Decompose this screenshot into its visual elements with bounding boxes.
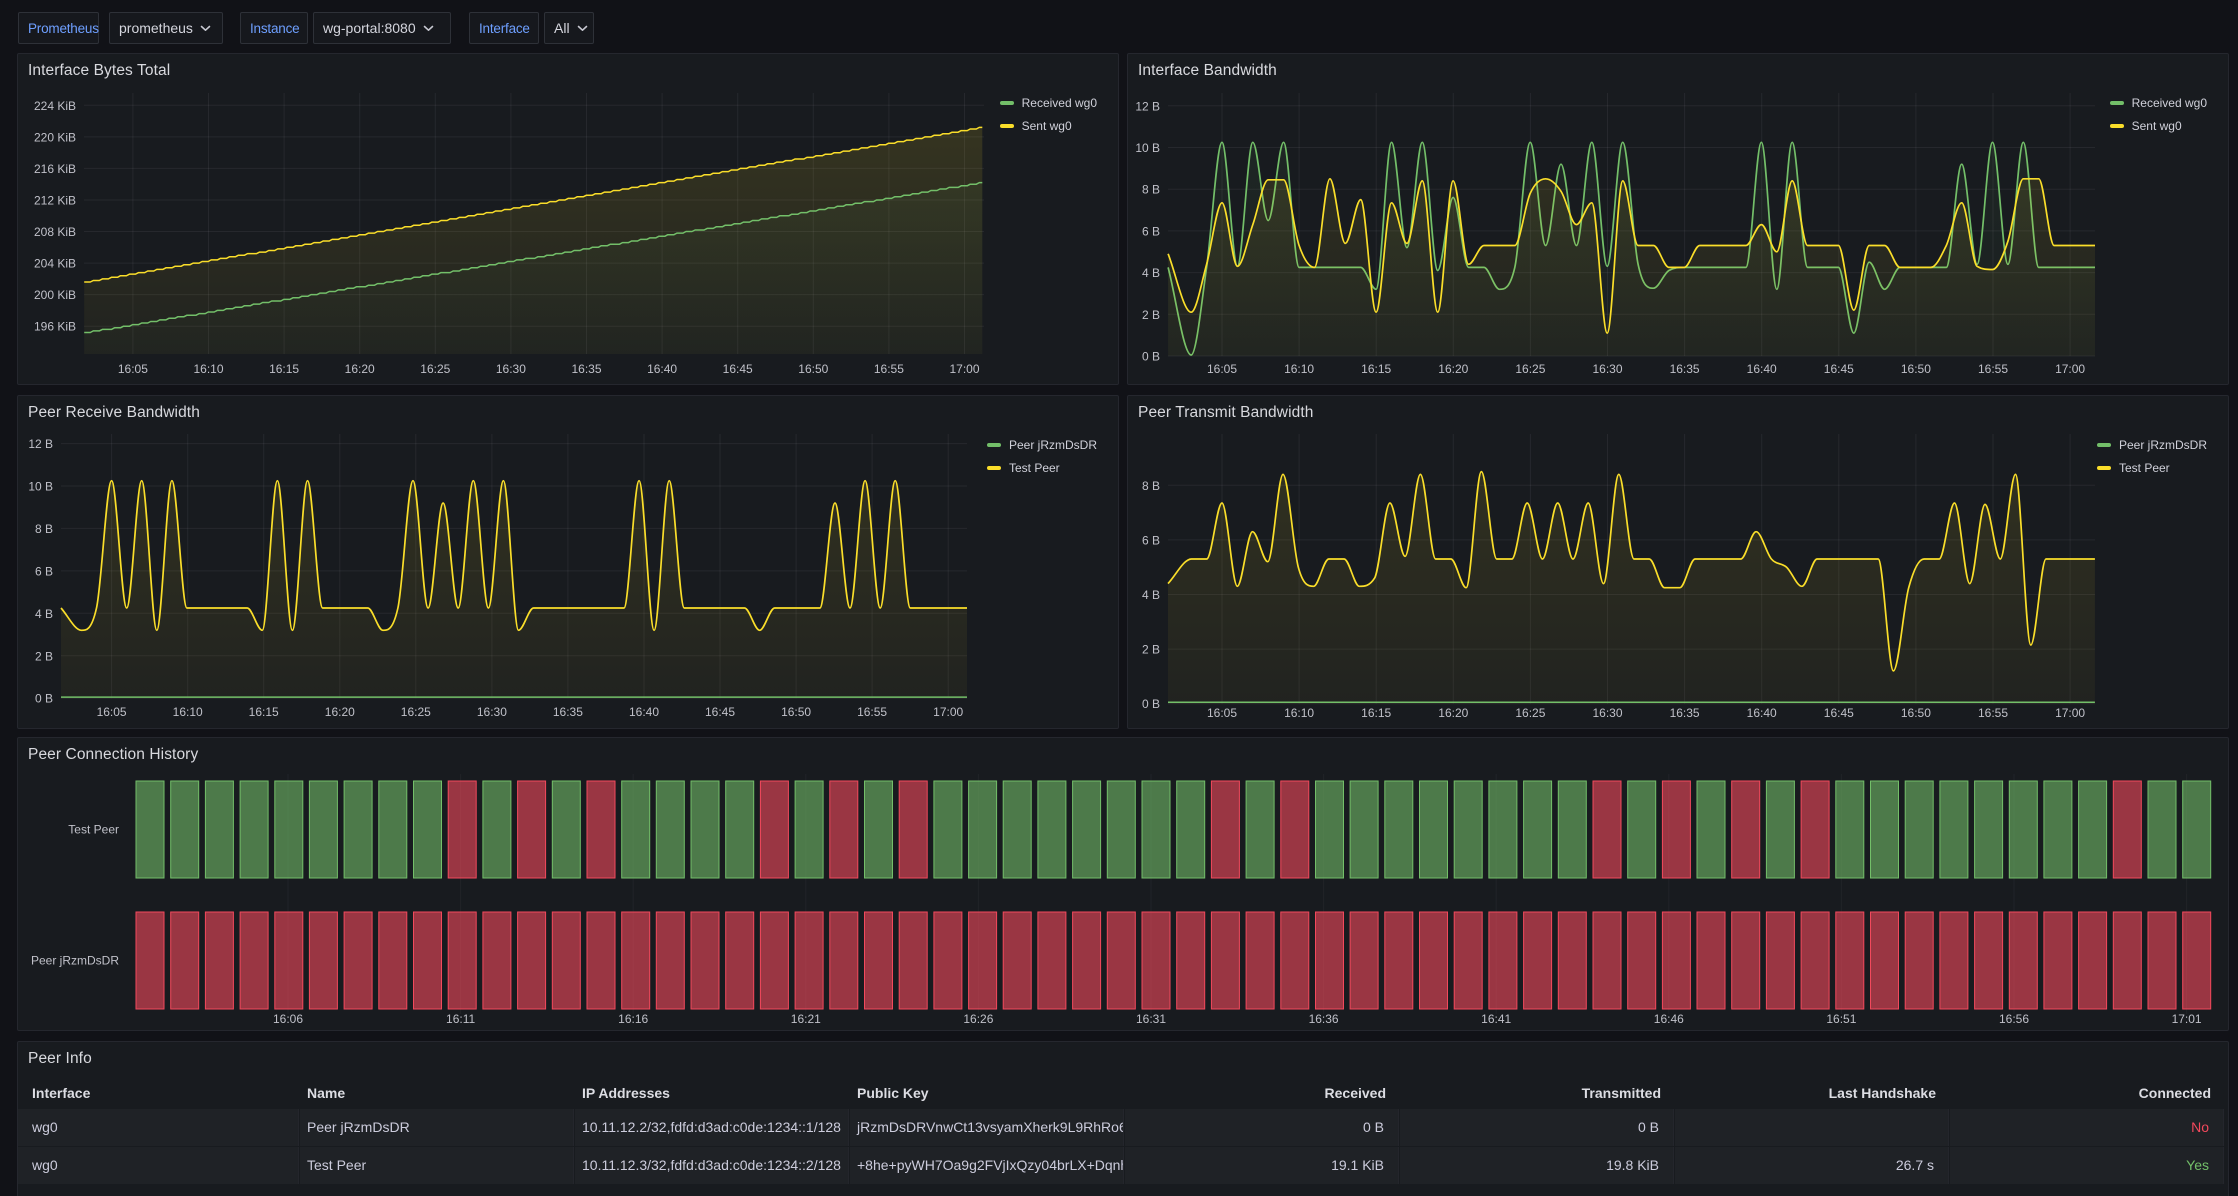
svg-text:16:50: 16:50 bbox=[1901, 362, 1931, 376]
svg-text:8 B: 8 B bbox=[35, 522, 53, 536]
svg-text:16:06: 16:06 bbox=[273, 1012, 303, 1026]
svg-text:224 KiB: 224 KiB bbox=[34, 99, 76, 113]
svg-text:16:36: 16:36 bbox=[1309, 1012, 1339, 1026]
svg-text:16:05: 16:05 bbox=[1207, 706, 1237, 720]
svg-text:6 B: 6 B bbox=[35, 564, 53, 578]
svg-text:6 B: 6 B bbox=[1142, 533, 1160, 547]
svg-text:16:30: 16:30 bbox=[1592, 362, 1622, 376]
svg-text:200 KiB: 200 KiB bbox=[34, 288, 76, 302]
svg-text:12 B: 12 B bbox=[28, 437, 53, 451]
svg-text:16:15: 16:15 bbox=[269, 362, 299, 376]
svg-text:196 KiB: 196 KiB bbox=[34, 320, 76, 334]
svg-text:16:51: 16:51 bbox=[1826, 1012, 1856, 1026]
svg-text:16:10: 16:10 bbox=[173, 705, 203, 719]
svg-text:8 B: 8 B bbox=[1142, 479, 1160, 493]
svg-text:12 B: 12 B bbox=[1135, 99, 1160, 113]
svg-text:16:15: 16:15 bbox=[1361, 362, 1391, 376]
svg-text:16:10: 16:10 bbox=[1284, 362, 1314, 376]
svg-text:16:10: 16:10 bbox=[193, 362, 223, 376]
svg-text:16:35: 16:35 bbox=[1670, 362, 1700, 376]
svg-text:Peer jRzmDsDR: Peer jRzmDsDR bbox=[31, 954, 119, 968]
svg-text:16:25: 16:25 bbox=[1515, 706, 1545, 720]
svg-text:204 KiB: 204 KiB bbox=[34, 257, 76, 271]
svg-text:17:00: 17:00 bbox=[933, 705, 963, 719]
svg-text:208 KiB: 208 KiB bbox=[34, 225, 76, 239]
svg-text:16:46: 16:46 bbox=[1654, 1012, 1684, 1026]
svg-text:0 B: 0 B bbox=[35, 692, 53, 706]
svg-text:16:05: 16:05 bbox=[97, 705, 127, 719]
svg-text:16:50: 16:50 bbox=[1901, 706, 1931, 720]
svg-text:16:30: 16:30 bbox=[1592, 706, 1622, 720]
svg-text:16:16: 16:16 bbox=[618, 1012, 648, 1026]
svg-text:16:55: 16:55 bbox=[1978, 362, 2008, 376]
svg-text:17:00: 17:00 bbox=[2055, 706, 2085, 720]
svg-text:16:15: 16:15 bbox=[249, 705, 279, 719]
svg-text:16:45: 16:45 bbox=[1824, 362, 1854, 376]
svg-text:16:45: 16:45 bbox=[1824, 706, 1854, 720]
svg-text:16:20: 16:20 bbox=[325, 705, 355, 719]
svg-text:16:11: 16:11 bbox=[446, 1012, 475, 1026]
svg-text:4 B: 4 B bbox=[1142, 588, 1160, 602]
svg-text:10 B: 10 B bbox=[28, 480, 53, 494]
svg-text:16:30: 16:30 bbox=[477, 705, 507, 719]
svg-text:16:10: 16:10 bbox=[1284, 706, 1314, 720]
svg-text:16:55: 16:55 bbox=[1978, 706, 2008, 720]
svg-text:16:20: 16:20 bbox=[345, 362, 375, 376]
svg-text:16:25: 16:25 bbox=[401, 705, 431, 719]
svg-text:16:55: 16:55 bbox=[874, 362, 904, 376]
svg-text:16:56: 16:56 bbox=[1999, 1012, 2029, 1026]
svg-text:16:40: 16:40 bbox=[1747, 362, 1777, 376]
svg-text:2 B: 2 B bbox=[35, 649, 53, 663]
svg-text:16:40: 16:40 bbox=[1747, 706, 1777, 720]
svg-text:16:40: 16:40 bbox=[647, 362, 677, 376]
svg-text:212 KiB: 212 KiB bbox=[34, 194, 76, 208]
svg-text:6 B: 6 B bbox=[1142, 224, 1160, 238]
svg-text:16:05: 16:05 bbox=[118, 362, 148, 376]
svg-text:16:41: 16:41 bbox=[1481, 1012, 1511, 1026]
svg-text:16:35: 16:35 bbox=[1670, 706, 1700, 720]
svg-text:17:00: 17:00 bbox=[2055, 362, 2085, 376]
svg-text:16:40: 16:40 bbox=[629, 705, 659, 719]
svg-text:16:45: 16:45 bbox=[705, 705, 735, 719]
svg-text:2 B: 2 B bbox=[1142, 308, 1160, 322]
svg-text:16:15: 16:15 bbox=[1361, 706, 1391, 720]
svg-text:16:50: 16:50 bbox=[781, 705, 811, 719]
svg-text:4 B: 4 B bbox=[35, 607, 53, 621]
svg-text:16:45: 16:45 bbox=[723, 362, 753, 376]
svg-text:16:05: 16:05 bbox=[1207, 362, 1237, 376]
svg-text:2 B: 2 B bbox=[1142, 643, 1160, 657]
svg-text:220 KiB: 220 KiB bbox=[34, 130, 76, 144]
svg-text:17:00: 17:00 bbox=[949, 362, 979, 376]
svg-text:16:26: 16:26 bbox=[963, 1012, 993, 1026]
svg-text:Test Peer: Test Peer bbox=[68, 823, 119, 837]
svg-text:4 B: 4 B bbox=[1142, 266, 1160, 280]
svg-text:16:50: 16:50 bbox=[798, 362, 828, 376]
svg-text:16:31: 16:31 bbox=[1136, 1012, 1166, 1026]
svg-text:16:20: 16:20 bbox=[1438, 362, 1468, 376]
svg-text:0 B: 0 B bbox=[1142, 697, 1160, 711]
svg-text:10 B: 10 B bbox=[1135, 141, 1160, 155]
svg-text:16:25: 16:25 bbox=[420, 362, 450, 376]
svg-text:16:20: 16:20 bbox=[1438, 706, 1468, 720]
svg-text:16:30: 16:30 bbox=[496, 362, 526, 376]
svg-text:17:01: 17:01 bbox=[2172, 1012, 2202, 1026]
svg-text:16:25: 16:25 bbox=[1515, 362, 1545, 376]
svg-text:216 KiB: 216 KiB bbox=[34, 162, 76, 176]
svg-text:0 B: 0 B bbox=[1142, 350, 1160, 364]
svg-text:8 B: 8 B bbox=[1142, 183, 1160, 197]
svg-text:16:35: 16:35 bbox=[553, 705, 583, 719]
svg-text:16:55: 16:55 bbox=[857, 705, 887, 719]
svg-text:16:21: 16:21 bbox=[791, 1012, 821, 1026]
svg-text:16:35: 16:35 bbox=[571, 362, 601, 376]
